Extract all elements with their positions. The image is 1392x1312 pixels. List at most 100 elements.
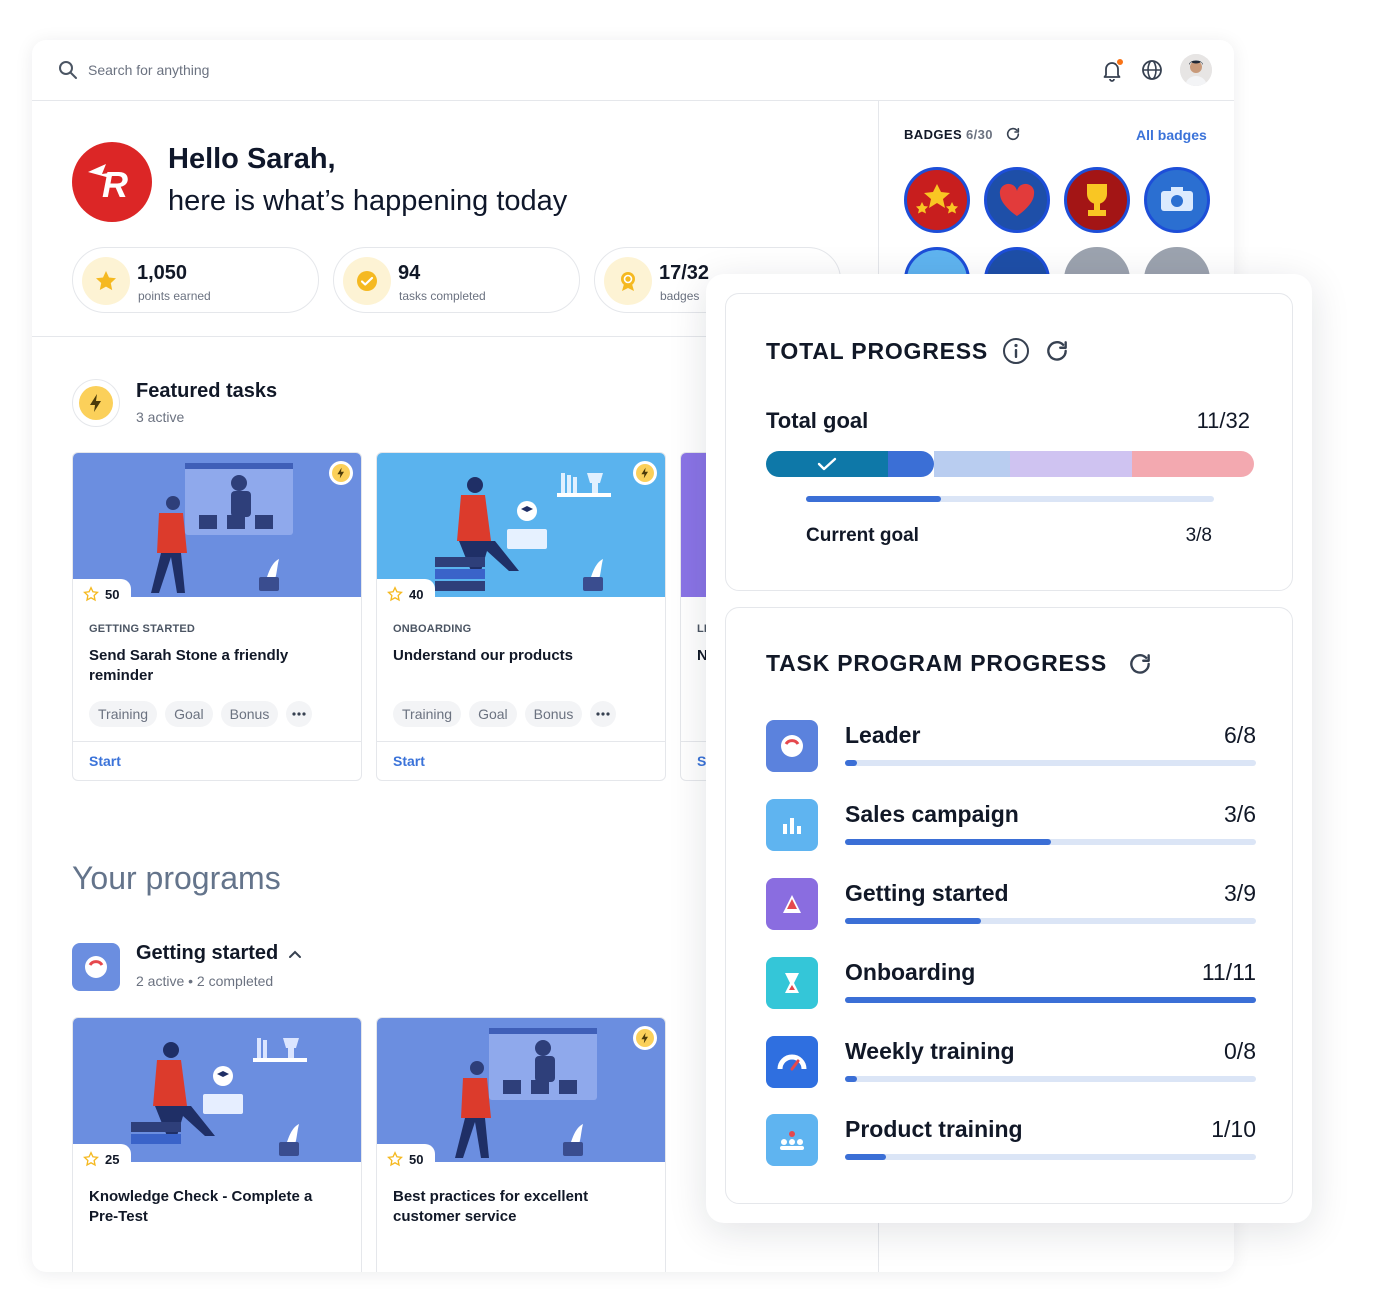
search-bar[interactable] (58, 60, 408, 80)
chevron-up-icon (289, 950, 302, 958)
heart-badge[interactable] (984, 167, 1050, 233)
stat-tasks-label: tasks completed (399, 289, 486, 303)
bar-chart-icon (783, 818, 801, 834)
tag[interactable]: Goal (469, 701, 517, 727)
program-card[interactable]: 50 Best practices for excellent customer… (376, 1017, 666, 1272)
user-avatar-icon (1180, 54, 1212, 86)
all-badges-link[interactable]: All badges (1136, 127, 1207, 143)
program-row-onboarding[interactable]: Onboarding 11/11 (766, 957, 1256, 1011)
goal-segment (1132, 451, 1254, 477)
program-row-weekly-training[interactable]: Weekly training 0/8 (766, 1036, 1256, 1090)
lightning-icon (337, 467, 344, 479)
tag[interactable]: Goal (165, 701, 213, 727)
more-tags-button[interactable] (286, 701, 313, 727)
program-row-getting-started[interactable]: Getting started 3/9 (766, 878, 1256, 932)
programs-title: Your programs (72, 860, 281, 896)
card-title: Send Sarah Stone a friendly reminder (89, 647, 289, 684)
tag[interactable]: Bonus (524, 701, 583, 727)
program-card[interactable]: 25 Knowledge Check - Complete a Pre-Test (72, 1017, 362, 1272)
language-button[interactable] (1140, 58, 1164, 82)
program-row-icon (766, 1036, 818, 1088)
refresh-icon[interactable] (1044, 338, 1070, 364)
featured-flag (633, 461, 657, 485)
current-segment (888, 451, 934, 477)
program-row-icon (766, 957, 818, 1009)
ellipsis-icon (596, 712, 610, 716)
current-goal-fill (806, 496, 941, 502)
points-value: 40 (409, 586, 424, 602)
tag[interactable]: Training (89, 701, 158, 727)
refresh-icon[interactable] (1127, 651, 1153, 677)
program-row-icon (766, 799, 818, 851)
featured-card[interactable]: 50 GETTING STARTED Send Sarah Stone a fr… (72, 452, 362, 781)
start-task-link[interactable]: Start (393, 753, 425, 769)
card-category: ONBOARDING (393, 623, 472, 635)
lightning-icon (90, 394, 101, 412)
card-title: Knowledge Check - Complete a Pre-Test (89, 1188, 313, 1225)
notification-dot (1116, 58, 1124, 66)
star-icon (96, 271, 116, 291)
card-footer: Start (377, 741, 665, 780)
stat-tasks-value: 94 (398, 262, 421, 284)
points-value: 50 (105, 586, 120, 602)
featured-icon-wrap (72, 379, 120, 427)
card-illustration: 25 (73, 1018, 361, 1174)
gauge-icon (85, 956, 107, 978)
camera-badge[interactable] (1144, 167, 1210, 233)
card-illustration: 50 (377, 1018, 665, 1174)
greeting-title: Hello Sarah, (168, 143, 336, 175)
current-goal-label: Current goal (806, 525, 919, 546)
tag[interactable]: Bonus (220, 701, 279, 727)
ellipsis-icon (292, 712, 306, 716)
start-task-link[interactable]: S (697, 753, 706, 769)
more-tags-button[interactable] (590, 701, 617, 727)
program-row-leader[interactable]: Leader 6/8 (766, 720, 1256, 774)
program-group-subtitle: 2 active • 2 completed (136, 973, 274, 989)
greeting-subtitle: here is what’s happening today (168, 185, 568, 217)
completed-segment (766, 451, 888, 477)
stat-points-label: points earned (138, 289, 211, 303)
globe-icon (1142, 60, 1162, 80)
trophy-badge[interactable] (1064, 167, 1130, 233)
current-goal-bar (806, 496, 1214, 502)
card-illustration: 50 (73, 453, 361, 609)
svg-text:R: R (102, 164, 128, 205)
featured-card[interactable]: 40 ONBOARDING Understand our products Tr… (376, 452, 666, 781)
stars-badge[interactable] (904, 167, 970, 233)
stat-badges-label: badges (660, 289, 700, 303)
check-icon (817, 457, 837, 471)
refresh-icon[interactable] (1005, 126, 1021, 142)
pyramid-icon (783, 895, 801, 913)
star-outline-icon (387, 1151, 403, 1167)
card-illustration: 40 (377, 453, 665, 609)
search-input[interactable] (88, 62, 408, 78)
trophy-icon (1087, 184, 1107, 216)
total-goal-label: Total goal (766, 408, 869, 433)
start-task-link[interactable]: Start (89, 753, 121, 769)
info-icon[interactable] (1002, 337, 1030, 365)
points-badge: 50 (73, 579, 132, 609)
program-group-title[interactable]: Getting started (136, 942, 302, 965)
presentation-illustration (455, 1028, 597, 1158)
program-icon (72, 943, 120, 991)
featured-flag (329, 461, 353, 485)
tag[interactable]: Training (393, 701, 462, 727)
learning-illustration (131, 1038, 307, 1156)
program-row-product-training[interactable]: Product training 1/10 (766, 1114, 1256, 1168)
featured-title: Featured tasks (136, 380, 278, 402)
program-row-sales-campaign[interactable]: Sales campaign 3/6 (766, 799, 1256, 853)
heart-icon (999, 183, 1035, 216)
progress-panel: TOTAL PROGRESS Total goal 11/32 Current … (706, 274, 1312, 1223)
goal-segment (1010, 451, 1132, 477)
featured-flag (633, 1026, 657, 1050)
star-outline-icon (83, 1151, 99, 1167)
star-outline-icon (387, 586, 403, 602)
current-goal-value: 3/8 (1185, 525, 1212, 546)
total-goal-value: 11/32 (1196, 408, 1250, 433)
card-category: GETTING STARTED (89, 623, 196, 635)
notifications-button[interactable] (1100, 58, 1124, 82)
featured-subtitle: 3 active (136, 409, 185, 425)
points-badge: 40 (377, 579, 436, 609)
avatar[interactable] (1180, 54, 1212, 86)
speedometer-icon (777, 1054, 807, 1071)
